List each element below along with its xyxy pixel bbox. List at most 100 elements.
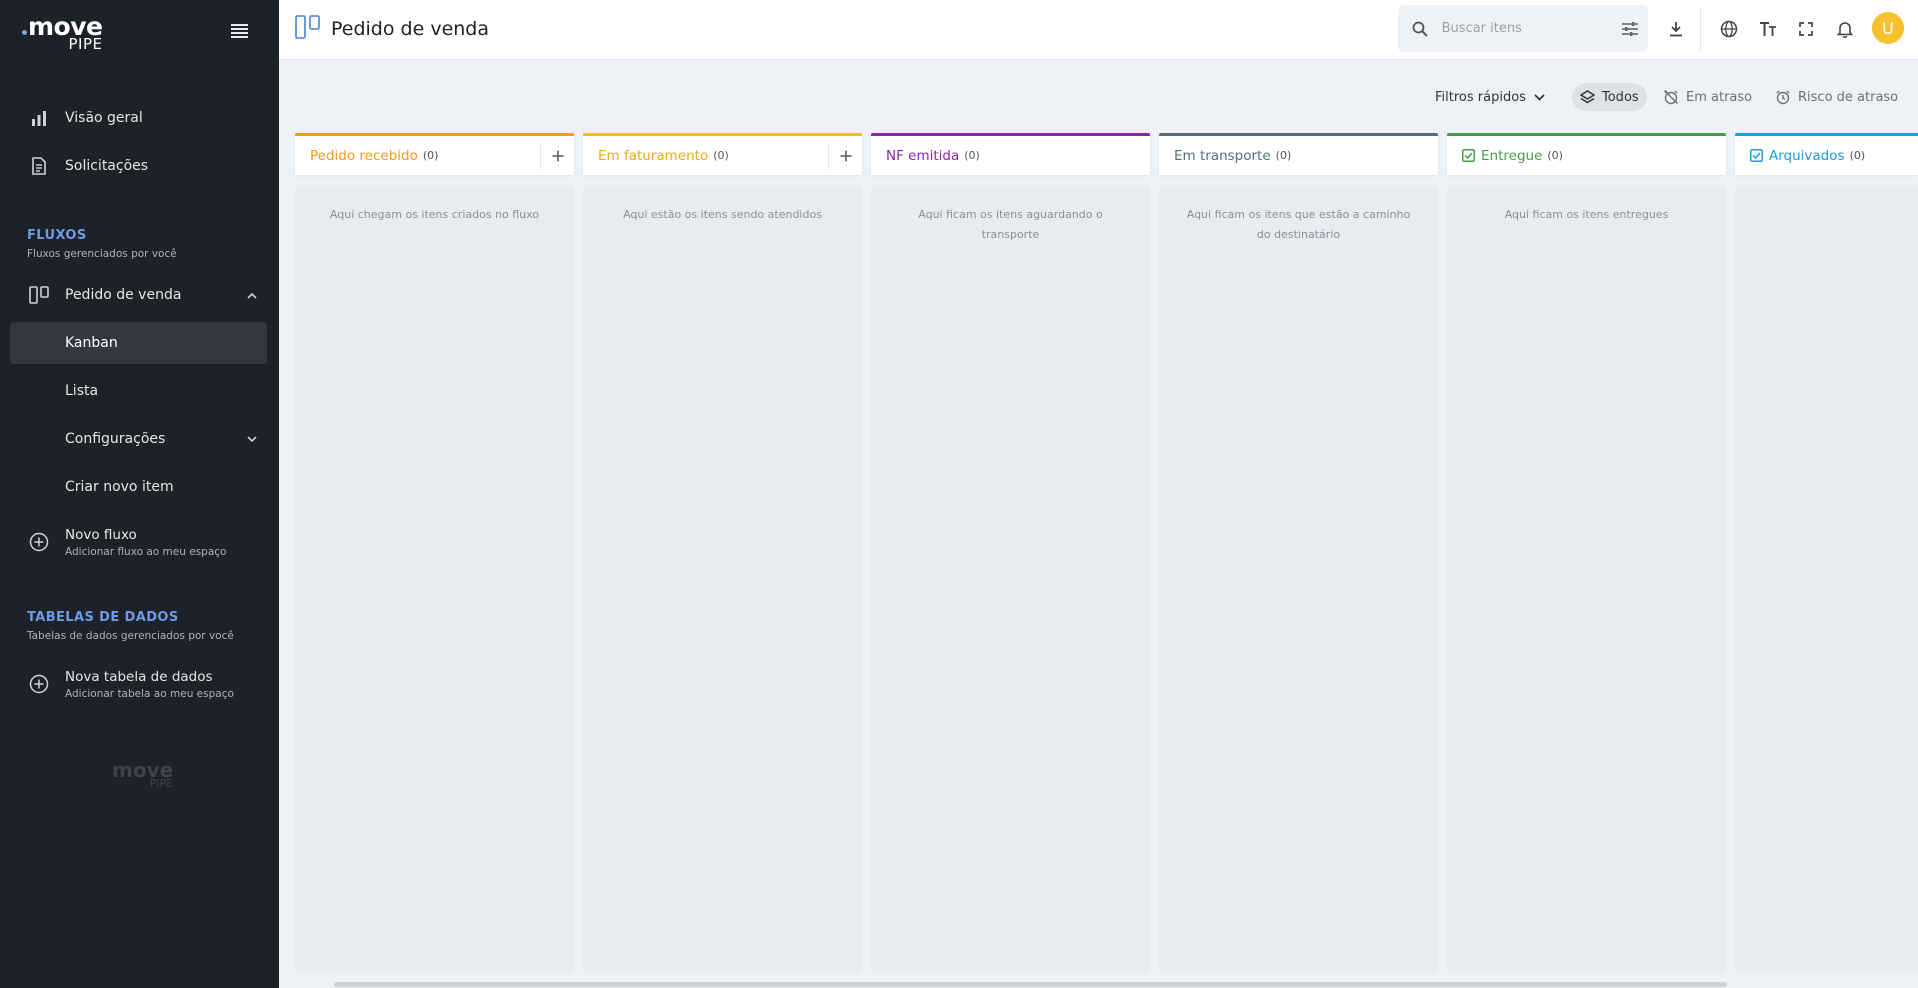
avatar[interactable]: U (1872, 12, 1904, 44)
column-count: (0) (422, 149, 439, 162)
kanban-column-em-transporte: Em transporte (0) Aqui ficam os itens qu… (1159, 133, 1438, 973)
chevron-down-icon (1534, 93, 1545, 101)
top-bar: Pedido de venda U (279, 0, 1918, 60)
bell-icon[interactable] (1830, 14, 1860, 44)
nav-item-solicitacoes[interactable]: Solicitações (10, 145, 267, 187)
section-title-tabelas: TABELAS DE DADOS (27, 610, 179, 625)
column-body: Aqui ficam os itens entregues (1447, 185, 1726, 973)
empty-message: Aqui ficam os itens entregues (1504, 208, 1669, 221)
flow-pedido-de-venda[interactable]: Pedido de venda (10, 274, 267, 316)
column-title: Arquivados (1769, 147, 1845, 164)
column-header: Em transporte (0) (1159, 133, 1438, 175)
column-title: Entregue (1481, 147, 1543, 164)
new-flow-subtitle: Adicionar fluxo ao meu espaço (65, 545, 227, 558)
column-body: Aqui chegam os itens criados no fluxo (295, 185, 574, 973)
column-title: Pedido recebido (310, 147, 418, 164)
alarm-off-icon (1663, 89, 1679, 105)
filter-settings-icon[interactable] (1612, 21, 1648, 37)
column-count: (0) (1849, 149, 1866, 162)
search-input[interactable] (1441, 21, 1612, 36)
add-item-button[interactable] (828, 142, 862, 169)
new-flow-button[interactable]: Novo fluxo Adicionar fluxo ao meu espaço (10, 520, 267, 564)
add-circle-icon (10, 532, 65, 552)
scrollbar-thumb[interactable] (334, 982, 1727, 987)
filter-em-atraso-label: Em atraso (1686, 89, 1753, 105)
empty-message: Aqui ficam os itens aguardando o transpo… (918, 208, 1103, 241)
page-title: Pedido de venda (295, 15, 489, 43)
column-body: Aqui ficam os itens que estão a caminho … (1159, 185, 1438, 973)
kanban-column-entregue: Entregue (0) Aqui ficam os itens entregu… (1447, 133, 1726, 973)
bar-chart-icon (10, 110, 65, 126)
column-count: (0) (964, 149, 980, 162)
search-box (1398, 5, 1648, 52)
nav-item-visao-geral[interactable]: Visão geral (10, 97, 267, 139)
subitem-label: Kanban (65, 335, 118, 351)
subitem-label: Lista (65, 383, 99, 399)
filter-todos-label: Todos (1602, 89, 1639, 105)
filter-risco-de-atraso[interactable]: Risco de atraso (1775, 83, 1898, 111)
horizontal-scrollbar[interactable] (279, 980, 1918, 988)
column-title: Em transporte (1174, 147, 1271, 164)
kanban-column-em-faturamento: Em faturamento (0) Aqui estão os itens s… (583, 133, 862, 973)
chevron-down-icon[interactable] (237, 435, 267, 443)
menu-toggle-icon[interactable] (231, 24, 248, 38)
column-header: NF emitida (0) (871, 133, 1150, 175)
add-circle-icon (10, 674, 65, 694)
nav-label: Visão geral (65, 110, 143, 126)
add-item-button[interactable] (540, 142, 574, 169)
kanban-column-nf-emitida: NF emitida (0) Aqui ficam os itens aguar… (871, 133, 1150, 973)
column-body: Aqui ficam os itens aguardando o transpo… (871, 185, 1150, 973)
filter-risco-de-atraso-label: Risco de atraso (1798, 89, 1899, 105)
toolbar-divider (1700, 8, 1701, 52)
new-table-button[interactable]: Nova tabela de dados Adicionar tabela ao… (10, 662, 267, 706)
column-header: Entregue (0) (1447, 133, 1726, 175)
document-icon (10, 157, 65, 175)
chevron-up-icon[interactable] (237, 292, 267, 299)
checkbox-icon (1462, 149, 1475, 162)
nav-label: Solicitações (65, 158, 149, 174)
column-body: Aqui estão os itens sendo atendidos (583, 185, 862, 973)
subitem-label: Configurações (65, 431, 166, 447)
globe-icon[interactable] (1714, 14, 1744, 44)
footer-logo: move PIPE (112, 760, 173, 789)
filter-em-atraso[interactable]: Em atraso (1663, 83, 1752, 111)
fullscreen-icon[interactable] (1791, 14, 1821, 44)
kanban-column-pedido-recebido: Pedido recebido (0) Aqui chegam os itens… (295, 133, 574, 973)
filter-todos[interactable]: Todos (1572, 83, 1647, 111)
subitem-criar-novo-item[interactable]: Criar novo item (10, 466, 267, 508)
checkbox-icon (1750, 149, 1763, 162)
column-body (1735, 185, 1918, 973)
column-title: NF emitida (886, 147, 960, 164)
column-header: Pedido recebido (0) (295, 133, 574, 175)
new-table-subtitle: Adicionar tabela ao meu espaço (65, 687, 234, 700)
subitem-kanban[interactable]: Kanban (10, 322, 267, 364)
font-size-icon[interactable] (1753, 14, 1783, 44)
quick-filters-dropdown[interactable]: Filtros rápidos (1435, 83, 1545, 111)
flow-label: Pedido de venda (65, 287, 182, 303)
column-header: Em faturamento (0) (583, 133, 862, 175)
kanban-icon (10, 286, 65, 304)
section-subtitle-fluxos: Fluxos gerenciados por você (27, 248, 177, 260)
subitem-lista[interactable]: Lista (10, 370, 267, 412)
column-count: (0) (713, 149, 729, 162)
subitem-label: Criar novo item (65, 479, 174, 495)
kanban-icon (295, 15, 321, 43)
column-count: (0) (1547, 149, 1563, 162)
app-logo[interactable]: move PIPE (22, 14, 103, 52)
new-flow-title: Novo fluxo (65, 526, 137, 543)
subitem-configuracoes[interactable]: Configurações (10, 418, 267, 460)
logo-dot (22, 30, 27, 35)
empty-message: Aqui chegam os itens criados no fluxo (329, 208, 540, 221)
empty-message: Aqui estão os itens sendo atendidos (623, 208, 822, 221)
download-icon[interactable] (1661, 14, 1691, 44)
avatar-letter: U (1882, 18, 1894, 38)
layers-icon (1580, 89, 1595, 105)
column-count: (0) (1275, 149, 1292, 162)
sidebar: move PIPE Visão geral Solicitações FLUXO… (0, 0, 279, 988)
alarm-icon (1775, 89, 1791, 105)
quick-filters-label: Filtros rápidos (1435, 89, 1526, 105)
column-title: Em faturamento (598, 147, 709, 164)
new-table-title: Nova tabela de dados (65, 668, 213, 685)
column-header: Arquivados (0) (1735, 133, 1918, 175)
kanban-column-arquivados: Arquivados (0) (1735, 133, 1918, 973)
